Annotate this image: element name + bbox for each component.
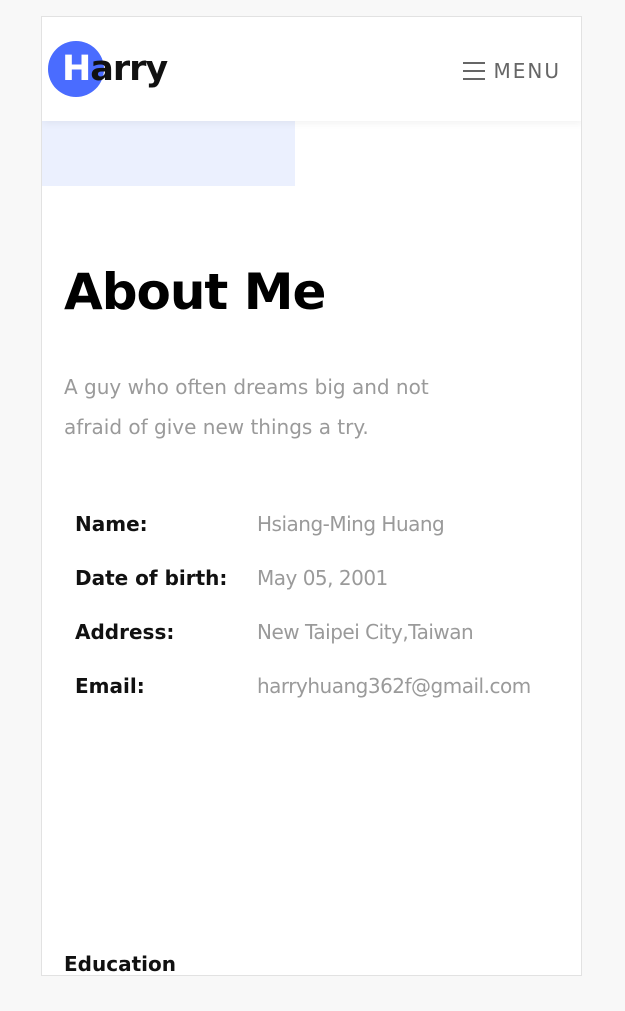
info-row-email: Email: harryhuang362f@gmail.com	[75, 666, 581, 720]
menu-button[interactable]: MENU	[462, 57, 562, 85]
email-value: harryhuang362f@gmail.com	[257, 674, 531, 698]
education-heading: Education	[64, 952, 176, 976]
info-label: Date of birth:	[75, 566, 228, 590]
info-row-name: Name: Hsiang-Ming Huang	[75, 504, 581, 558]
info-value: Hsiang-Ming Huang	[257, 512, 445, 536]
info-value: New Taipei City,Taiwan	[257, 620, 474, 644]
menu-label: MENU	[493, 59, 561, 83]
info-label: Email:	[75, 674, 145, 698]
intro-line-2: afraid of give new things a try.	[64, 415, 369, 439]
hamburger-icon	[462, 62, 485, 80]
navbar: Harry MENU	[42, 17, 581, 121]
page-title: About Me	[64, 263, 326, 321]
logo-link[interactable]: Harry	[48, 41, 178, 99]
logo-text: Harry	[62, 47, 168, 91]
personal-info: Name: Hsiang-Ming Huang Date of birth: M…	[75, 504, 581, 720]
info-label: Address:	[75, 620, 175, 644]
info-row-birth: Date of birth: May 05, 2001	[75, 558, 581, 612]
accent-block	[42, 121, 295, 186]
intro-text: A guy who often dreams big and not afrai…	[64, 367, 534, 447]
info-label: Name:	[75, 512, 148, 536]
intro-line-1: A guy who often dreams big and not	[64, 375, 429, 399]
logo-rest: arry	[90, 49, 168, 89]
logo-first-letter: H	[62, 49, 91, 89]
page-frame: Harry MENU About Me A guy who often drea…	[41, 16, 582, 976]
info-row-address: Address: New Taipei City,Taiwan	[75, 612, 581, 666]
info-value: May 05, 2001	[257, 566, 388, 590]
